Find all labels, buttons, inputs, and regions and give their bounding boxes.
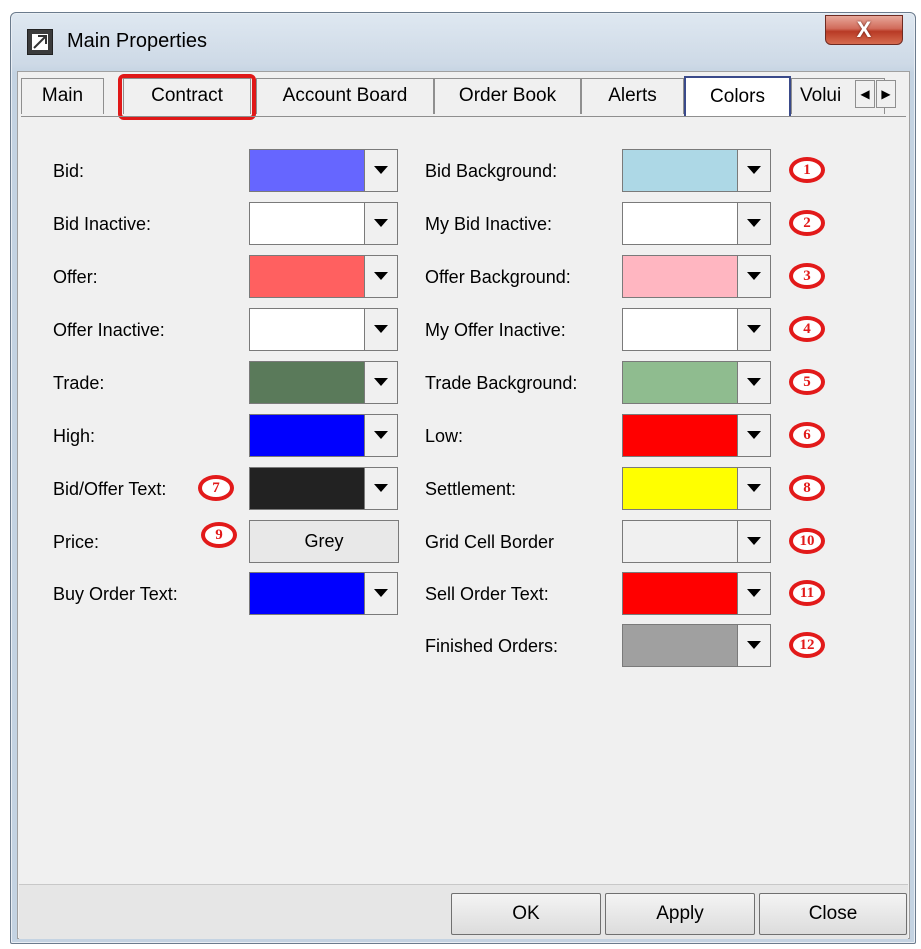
- my-bid-inactive-label: My Bid Inactive:: [425, 214, 553, 234]
- bid-inactive-label: Bid Inactive:: [53, 214, 152, 234]
- sell-order-text-color-swatch[interactable]: [622, 572, 738, 615]
- marker-10: 10: [789, 528, 825, 554]
- price-grey-button[interactable]: Grey: [249, 520, 399, 563]
- marker-5: 5: [789, 369, 825, 395]
- title-bar[interactable]: Main Properties X: [11, 13, 915, 71]
- high-color-swatch[interactable]: [249, 414, 365, 457]
- app-icon: [27, 29, 53, 55]
- apply-button[interactable]: Apply: [605, 893, 755, 935]
- sell-order-text-label: Sell Order Text:: [425, 584, 549, 604]
- bid-dropdown-icon[interactable]: [365, 149, 398, 192]
- high-dropdown-icon[interactable]: [365, 414, 398, 457]
- bid-background-dropdown-icon[interactable]: [738, 149, 771, 192]
- trade-background-color-swatch[interactable]: [622, 361, 738, 404]
- tab-account-board[interactable]: Account Board: [256, 78, 434, 114]
- properties-window: Main Properties X Main Contract Account …: [10, 12, 916, 944]
- offer-label: Offer:: [53, 267, 98, 287]
- settlement-dropdown-icon[interactable]: [738, 467, 771, 510]
- high-label: High:: [53, 426, 96, 446]
- bid-background-color-swatch[interactable]: [622, 149, 738, 192]
- bid-offer-text-color-swatch[interactable]: [249, 467, 365, 510]
- close-button[interactable]: Close: [759, 893, 907, 935]
- finished-orders-label: Finished Orders:: [425, 636, 559, 656]
- trade-background-dropdown-icon[interactable]: [738, 361, 771, 404]
- marker-11: 11: [789, 580, 825, 606]
- tab-colors[interactable]: Colors: [684, 76, 791, 116]
- tab-scroll-right-icon[interactable]: ▶: [876, 80, 896, 108]
- my-bid-inactive-color-swatch[interactable]: [622, 202, 738, 245]
- settlement-color-swatch[interactable]: [622, 467, 738, 510]
- offer-dropdown-icon[interactable]: [365, 255, 398, 298]
- bid-label: Bid:: [53, 161, 85, 181]
- trade-background-label: Trade Background:: [425, 373, 578, 393]
- my-offer-inactive-label: My Offer Inactive:: [425, 320, 566, 340]
- offer-background-dropdown-icon[interactable]: [738, 255, 771, 298]
- offer-inactive-label: Offer Inactive:: [53, 320, 165, 340]
- low-dropdown-icon[interactable]: [738, 414, 771, 457]
- buy-order-text-color-swatch[interactable]: [249, 572, 365, 615]
- tab-contract[interactable]: Contract: [123, 78, 251, 114]
- finished-orders-dropdown-icon[interactable]: [738, 624, 771, 667]
- tab-alerts[interactable]: Alerts: [581, 78, 684, 114]
- marker-9: 9: [201, 522, 237, 548]
- low-label: Low:: [425, 426, 464, 446]
- bid-offer-text-label: Bid/Offer Text:: [53, 479, 167, 499]
- bid-background-label: Bid Background:: [425, 161, 558, 181]
- trade-label: Trade:: [53, 373, 105, 393]
- marker-2: 2: [789, 210, 825, 236]
- marker-3: 3: [789, 263, 825, 289]
- my-bid-inactive-dropdown-icon[interactable]: [738, 202, 771, 245]
- my-offer-inactive-dropdown-icon[interactable]: [738, 308, 771, 351]
- offer-color-swatch[interactable]: [249, 255, 365, 298]
- grid-cell-border-dropdown-icon[interactable]: [738, 520, 771, 563]
- buy-order-text-label: Buy Order Text:: [53, 584, 178, 604]
- button-bar: OK Apply Close: [19, 884, 908, 939]
- trade-color-swatch[interactable]: [249, 361, 365, 404]
- offer-inactive-dropdown-icon[interactable]: [365, 308, 398, 351]
- bid-inactive-dropdown-icon[interactable]: [365, 202, 398, 245]
- marker-8: 8: [789, 475, 825, 501]
- window-title: Main Properties: [67, 30, 208, 52]
- offer-inactive-color-swatch[interactable]: [249, 308, 365, 351]
- buy-order-text-dropdown-icon[interactable]: [365, 572, 398, 615]
- dialog-client: Main Contract Account Board Order Book A…: [17, 71, 910, 939]
- tab-strip: Main Contract Account Board Order Book A…: [21, 74, 909, 120]
- price-label: Price:: [53, 532, 100, 552]
- bid-offer-text-dropdown-icon[interactable]: [365, 467, 398, 510]
- low-color-swatch[interactable]: [622, 414, 738, 457]
- finished-orders-color-swatch[interactable]: [622, 624, 738, 667]
- marker-7: 7: [198, 475, 234, 501]
- marker-6: 6: [789, 422, 825, 448]
- marker-4: 4: [789, 316, 825, 342]
- sell-order-text-dropdown-icon[interactable]: [738, 572, 771, 615]
- window-close-button[interactable]: X: [825, 15, 903, 45]
- trade-dropdown-icon[interactable]: [365, 361, 398, 404]
- ok-button[interactable]: OK: [451, 893, 601, 935]
- offer-background-color-swatch[interactable]: [622, 255, 738, 298]
- tab-scroll-left-icon[interactable]: ◀: [855, 80, 875, 108]
- settlement-label: Settlement:: [425, 479, 517, 499]
- grid-cell-border-color-swatch[interactable]: [622, 520, 738, 563]
- bid-color-swatch[interactable]: [249, 149, 365, 192]
- grid-cell-border-label: Grid Cell Border: [425, 532, 555, 552]
- offer-background-label: Offer Background:: [425, 267, 571, 287]
- marker-12: 12: [789, 632, 825, 658]
- marker-1: 1: [789, 157, 825, 183]
- bid-inactive-color-swatch[interactable]: [249, 202, 365, 245]
- my-offer-inactive-color-swatch[interactable]: [622, 308, 738, 351]
- tab-panel-border: [21, 116, 906, 117]
- tab-order-book[interactable]: Order Book: [434, 78, 581, 114]
- tab-main[interactable]: Main: [21, 78, 104, 114]
